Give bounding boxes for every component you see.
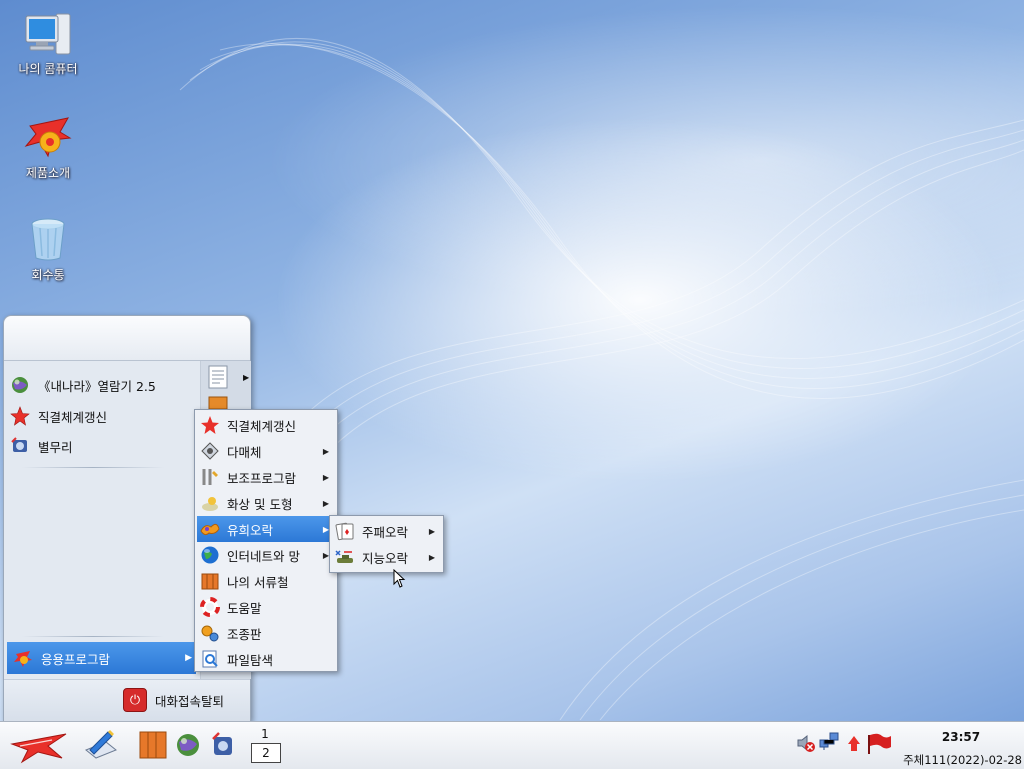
submenu-item-label: 나의 서류철 [227, 574, 289, 590]
favorite-item-browser[interactable]: 《내나라》열람기 2.5 [10, 372, 194, 398]
red-flag-icon[interactable] [866, 733, 892, 755]
submenu-item-label: 조종판 [227, 626, 262, 642]
submenu-item-file-search[interactable]: 파일탐색 [197, 646, 335, 672]
launcher-byolmuri[interactable] [210, 731, 236, 762]
strategy-games-icon [335, 550, 353, 563]
submenu-item-accessories[interactable]: 보조프로그람 ▶ [197, 464, 335, 490]
workspace-2-button[interactable]: 2 [251, 743, 281, 763]
chevron-right-icon: ▶ [428, 552, 435, 562]
start-menu-footer: ⏻ 대화접속탈퇴 [4, 679, 250, 721]
computer-icon [25, 13, 71, 55]
submenu-item-label: 화상 및 도형 [227, 496, 293, 512]
workspace-1-button[interactable]: 1 [251, 725, 279, 743]
submenu-item-label: 인터네트와 망 [227, 548, 300, 564]
internet-globe-icon [201, 546, 219, 564]
submenu-item-label: 보조프로그람 [227, 470, 297, 486]
document-icon [208, 365, 228, 389]
submenu-item-label: 도움말 [227, 600, 262, 616]
byolmuri-icon [212, 732, 232, 755]
logout-button[interactable]: ⏻ 대화접속탈퇴 [122, 688, 224, 712]
games-submenu: 주패오락 ▶ 지능오락 ▶ [329, 515, 444, 573]
package-icon [208, 396, 228, 409]
logout-label: 대화접속탈퇴 [154, 693, 224, 709]
cards-icon [335, 522, 354, 541]
recycle-bin-icon [31, 218, 65, 261]
menu-separator [22, 636, 164, 637]
applications-icon [14, 651, 32, 667]
start-menu-header [4, 316, 250, 361]
games-icon [200, 523, 220, 536]
start-menu-favorites: 《내나라》열람기 2.5 직결체계갱신 별무리 [4, 361, 200, 679]
submenu-item-label: 유희오락 [227, 522, 274, 538]
clock-date: 주체111(2022)-02-28 [903, 753, 1022, 767]
favorite-item-byolmuri[interactable]: 별무리 [10, 433, 194, 459]
chevron-right-icon: ▶ [185, 653, 192, 663]
launcher-editor[interactable] [84, 728, 118, 763]
desktop-icon-label: 나의 콤퓨터 [18, 62, 78, 76]
favorite-item-update[interactable]: 직결체계갱신 [10, 403, 194, 429]
clock-time[interactable]: 23:57 [928, 730, 994, 744]
accessories-tools-icon [202, 469, 218, 485]
desktop-icon-recycle-bin[interactable]: 회수통 [8, 214, 88, 283]
text-editor-icon [85, 730, 117, 759]
chevron-right-icon: ▶ [322, 446, 329, 456]
power-icon: ⏻ [122, 688, 147, 712]
favorite-item-label: 별무리 [38, 439, 73, 455]
submenu-item-card-games[interactable]: 주패오락 ▶ [332, 518, 441, 544]
product-intro-icon [24, 117, 72, 158]
submenu-item-label: 파일탐색 [227, 652, 274, 668]
applications-label: 응용프로그람 [41, 651, 111, 667]
control-panel-icon [201, 625, 219, 642]
start-button[interactable] [8, 726, 70, 767]
submenu-item-games[interactable]: 유희오락 ▶ [197, 516, 335, 542]
submenu-item-label: 다매체 [227, 444, 262, 460]
update-notifier-icon[interactable] [846, 735, 862, 753]
submenu-item-label: 지능오락 [362, 550, 409, 566]
desktop-icon-label: 회수통 [31, 268, 65, 282]
chevron-right-icon: ▶ [428, 526, 435, 536]
desktop-icon-product-intro[interactable]: 제품소개 [8, 112, 88, 181]
desktop-icon-my-computer[interactable]: 나의 콤퓨터 [8, 10, 88, 77]
submenu-item-label: 직결체계갱신 [227, 418, 297, 434]
start-star-logo-icon [10, 733, 67, 764]
desktop-icon-label: 제품소개 [25, 166, 71, 180]
favorite-item-label: 직결체계갱신 [38, 409, 108, 425]
submenu-item-update[interactable]: 직결체계갱신 [197, 412, 335, 438]
submenu-item-multimedia[interactable]: 다매체 ▶ [197, 438, 335, 464]
workspace-pager: 1 2 [251, 725, 281, 763]
menu-separator [22, 467, 164, 468]
file-search-icon [202, 650, 218, 668]
submenu-item-internet[interactable]: 인터네트와 망 ▶ [197, 542, 335, 568]
help-lifebuoy-icon [200, 597, 220, 617]
submenu-item-graphics[interactable]: 화상 및 도형 ▶ [197, 490, 335, 516]
submenu-item-label: 주패오락 [362, 524, 409, 540]
favorite-item-label: 《내나라》열람기 2.5 [38, 378, 156, 394]
submenu-item-my-documents[interactable]: 나의 서류철 [197, 568, 335, 594]
launcher-documents[interactable] [138, 728, 168, 763]
my-documents-icon [201, 573, 219, 590]
taskbar: 1 2 23:57 주체111(2022)-02-28 [0, 721, 1024, 769]
network-icon[interactable] [818, 730, 840, 752]
update-star-icon [10, 406, 30, 426]
browser-globe-icon [177, 734, 199, 756]
submenu-item-help[interactable]: 도움말 [197, 594, 335, 620]
submenu-item-control-panel[interactable]: 조종판 [197, 620, 335, 646]
chevron-right-icon: ▶ [322, 472, 329, 482]
byolmuri-icon [11, 437, 27, 452]
mouse-cursor-icon [393, 569, 406, 588]
my-documents-icon [139, 731, 167, 759]
submenu-item-strategy-games[interactable]: 지능오락 ▶ [332, 544, 441, 570]
launcher-browser[interactable] [175, 732, 201, 761]
applications-submenu: 직결체계갱신 다매체 ▶ 보조프로그람 ▶ 화상 및 도형 ▶ 유희오락 ▶ 인… [194, 409, 338, 672]
chevron-right-icon: ▶ [243, 373, 250, 382]
multimedia-icon [201, 442, 219, 460]
update-star-icon [201, 416, 219, 434]
applications-menu-button[interactable]: 응용프로그람 ▶ [7, 642, 196, 674]
graphics-icon [202, 497, 218, 511]
browser-globe-icon [12, 377, 28, 393]
volume-muted-icon[interactable] [795, 732, 817, 754]
chevron-right-icon: ▶ [322, 498, 329, 508]
